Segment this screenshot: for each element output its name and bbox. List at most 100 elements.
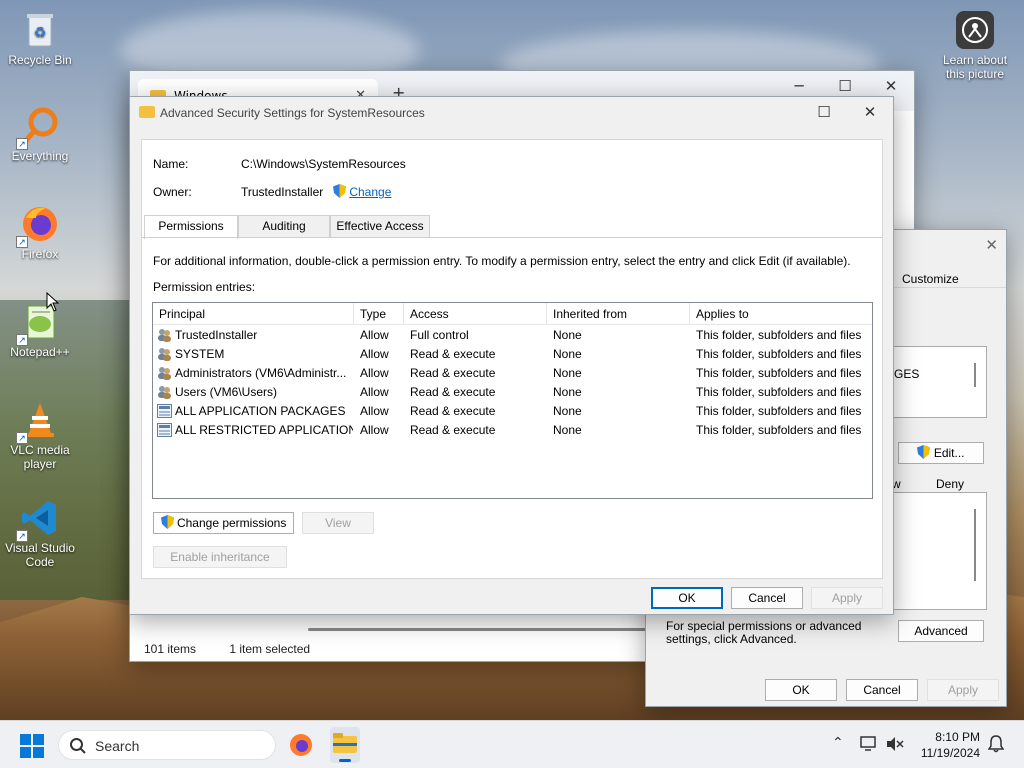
view-button[interactable]: View [302, 512, 374, 534]
column-header-access[interactable]: Access [404, 303, 547, 325]
type-cell: Allow [360, 423, 389, 437]
desktop-icon-firefox[interactable]: ↗ Firefox [0, 204, 80, 261]
access-cell: Read & execute [410, 404, 496, 418]
tab-effective-access[interactable]: Effective Access [330, 215, 430, 238]
edit-button[interactable]: Edit... [898, 442, 984, 464]
column-header-inherited-from[interactable]: Inherited from [547, 303, 690, 325]
cancel-button[interactable]: Cancel [846, 679, 918, 701]
shortcut-arrow-icon: ↗ [16, 530, 28, 542]
access-cell: Read & execute [410, 423, 496, 437]
type-cell: Allow [360, 404, 389, 418]
owner-label: Owner: [153, 185, 192, 199]
enable-inheritance-button[interactable]: Enable inheritance [153, 546, 287, 568]
inherited-from-cell: None [553, 404, 582, 418]
info-text: For additional information, double-click… [153, 254, 851, 268]
horizontal-scrollbar[interactable] [308, 628, 648, 631]
advanced-security-dialog[interactable]: Advanced Security Settings for SystemRes… [129, 96, 894, 615]
folder-icon [139, 106, 155, 118]
advanced-button[interactable]: Advanced [898, 620, 984, 642]
tab-auditing[interactable]: Auditing [238, 215, 330, 238]
apply-button[interactable]: Apply [927, 679, 999, 701]
principal-cell: SYSTEM [175, 347, 225, 361]
inherited-from-cell: None [553, 328, 582, 342]
table-row[interactable]: ALL APPLICATION PACKAGES Allow Read & exec… [153, 402, 872, 421]
applies-to-cell: This folder, subfolders and files [696, 347, 862, 361]
package-icon [157, 404, 172, 418]
firefox-icon [290, 734, 312, 756]
users-icon [157, 366, 172, 380]
change-owner-link[interactable]: Change [333, 184, 391, 199]
close-icon[interactable]: ✕ [985, 236, 998, 254]
type-cell: Allow [360, 347, 389, 361]
taskbar-file-explorer[interactable] [330, 727, 360, 763]
ok-button[interactable]: OK [765, 679, 837, 701]
uac-shield-icon [160, 515, 174, 529]
dialog-title: Advanced Security Settings for SystemRes… [160, 106, 425, 120]
column-header-applies-to[interactable]: Applies to [690, 303, 872, 325]
users-icon [157, 347, 172, 361]
ok-button[interactable]: OK [651, 587, 723, 609]
vlc-cone-icon: ↗ [16, 400, 60, 444]
type-cell: Allow [360, 366, 389, 380]
windows-logo-icon [20, 734, 44, 758]
scrollbar-thumb[interactable] [974, 509, 976, 581]
table-header: Principal Type Access Inherited from App… [153, 303, 872, 325]
table-row[interactable]: Users (VM6\Users) Allow Read & execute None… [153, 383, 872, 402]
clock-time: 8:10 PM [935, 730, 980, 744]
desktop-icon-label: VLC media player [10, 443, 70, 471]
learn-about-picture-icon [955, 10, 995, 50]
scrollbar-thumb[interactable] [974, 363, 976, 387]
desktop-icon-learn-about[interactable]: Learn about this picture [934, 10, 1016, 81]
shortcut-arrow-icon: ↗ [16, 432, 28, 444]
close-icon[interactable]: ✕ [847, 97, 893, 127]
tab-customize[interactable]: Customize [902, 272, 959, 286]
tab-permissions[interactable]: Permissions [144, 215, 238, 239]
cancel-button[interactable]: Cancel [731, 587, 803, 609]
desktop-icon-vscode[interactable]: ↗ Visual Studio Code [0, 498, 80, 569]
network-icon[interactable] [860, 736, 878, 752]
clock-date: 11/19/2024 [920, 746, 980, 760]
inherited-from-cell: None [553, 366, 582, 380]
desktop-icon-notepadpp[interactable]: ↗ Notepad++ [0, 302, 80, 359]
change-permissions-button[interactable]: Change permissions [153, 512, 294, 534]
vscode-icon: ↗ [16, 498, 60, 542]
desktop-icon-label: Everything [11, 149, 69, 163]
applies-to-cell: This folder, subfolders and files [696, 404, 862, 418]
firefox-icon: ↗ [16, 204, 60, 248]
shortcut-arrow-icon: ↗ [16, 236, 28, 248]
applies-to-cell: This folder, subfolders and files [696, 328, 862, 342]
taskbar-clock[interactable]: 8:10 PM 11/19/2024 [921, 729, 980, 761]
desktop-icon-recycle-bin[interactable]: ♻ Recycle Bin [0, 10, 80, 67]
table-row[interactable]: Administrators (VM6\Administr... Allow Rea… [153, 364, 872, 383]
chevron-up-icon[interactable]: ⌃ [832, 735, 844, 751]
volume-muted-icon[interactable] [886, 736, 904, 752]
apply-button[interactable]: Apply [811, 587, 883, 609]
permission-list[interactable] [891, 492, 987, 610]
desktop-icon-everything[interactable]: ↗ Everything [0, 106, 80, 163]
table-row[interactable]: SYSTEM Allow Read & execute None This folder… [153, 345, 872, 364]
table-row[interactable]: TrustedInstaller Allow Full control None Thi… [153, 326, 872, 345]
notification-bell-icon[interactable] [988, 735, 1004, 753]
name-label: Name: [153, 157, 189, 171]
everything-search-icon: ↗ [16, 106, 60, 150]
column-header-type[interactable]: Type [354, 303, 404, 325]
name-value: C:\Windows\SystemResources [241, 157, 406, 171]
users-icon [157, 328, 172, 342]
desktop-icon-label: Notepad++ [10, 345, 70, 359]
principal-cell: Users (VM6\Users) [175, 385, 278, 399]
taskbar-search-box[interactable]: Search [58, 730, 276, 760]
column-header-principal[interactable]: Principal [153, 303, 354, 325]
uac-shield-icon [917, 445, 931, 459]
access-cell: Read & execute [410, 385, 496, 399]
maximize-icon[interactable]: ☐ [801, 97, 847, 127]
permission-entries-table[interactable]: Principal Type Access Inherited from App… [152, 302, 873, 499]
start-button[interactable] [20, 734, 44, 758]
search-icon [70, 738, 86, 754]
group-list[interactable]: GES [891, 346, 987, 418]
taskbar-firefox[interactable] [288, 732, 314, 758]
desktop-icon-vlc[interactable]: ↗ VLC media player [0, 400, 80, 471]
taskbar: Search ⌃ 8:10 PM 11/19/2024 [0, 720, 1024, 768]
folder-icon [333, 733, 357, 753]
table-row[interactable]: ALL RESTRICTED APPLICATION ... Allow Read … [153, 421, 872, 440]
permission-entries-label: Permission entries: [153, 280, 256, 294]
